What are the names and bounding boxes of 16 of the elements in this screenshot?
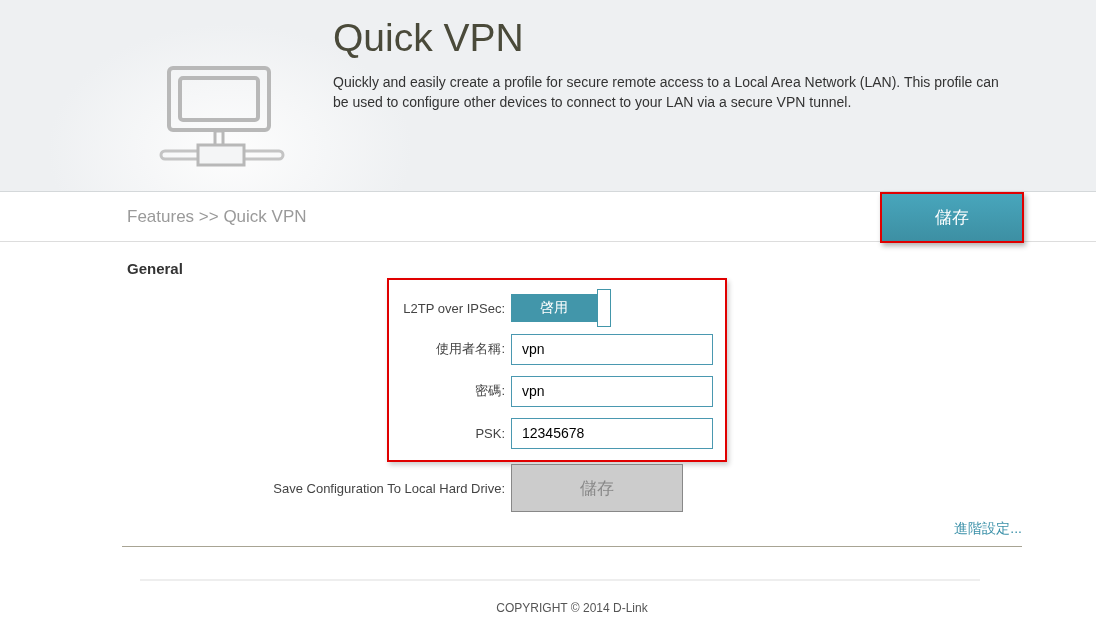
page-title: Quick VPN (333, 16, 525, 60)
field-label: 使用者名稱: (435, 340, 506, 358)
breadcrumb[interactable]: Features >> Quick VPN (127, 206, 307, 227)
save-button[interactable]: 儲存 (880, 192, 1024, 243)
copyright-text: COPYRIGHT © 2014 D-Link (495, 601, 649, 615)
input-field[interactable]: vpn (511, 375, 713, 407)
input-field[interactable]: vpn (511, 333, 713, 365)
field-label: 密碼: (474, 382, 506, 400)
field-label: Save Configuration To Local Hard Drive: (272, 480, 506, 496)
section-title: General (126, 259, 184, 277)
field-label: PSK: (474, 425, 506, 441)
advanced-settings-link[interactable]: 進階設定... (954, 520, 1022, 536)
computer-network-icon (158, 65, 286, 169)
input-field[interactable]: 12345678 (511, 417, 713, 449)
page-description: Quickly and easily create a profile for secure remote access to a Local Area Network (LAN). This profile can be used to configure other devices to connect to your LAN via a secure VPN tunnel. (333, 73, 1000, 112)
field-label: L2TP over IPSec: (402, 300, 506, 316)
